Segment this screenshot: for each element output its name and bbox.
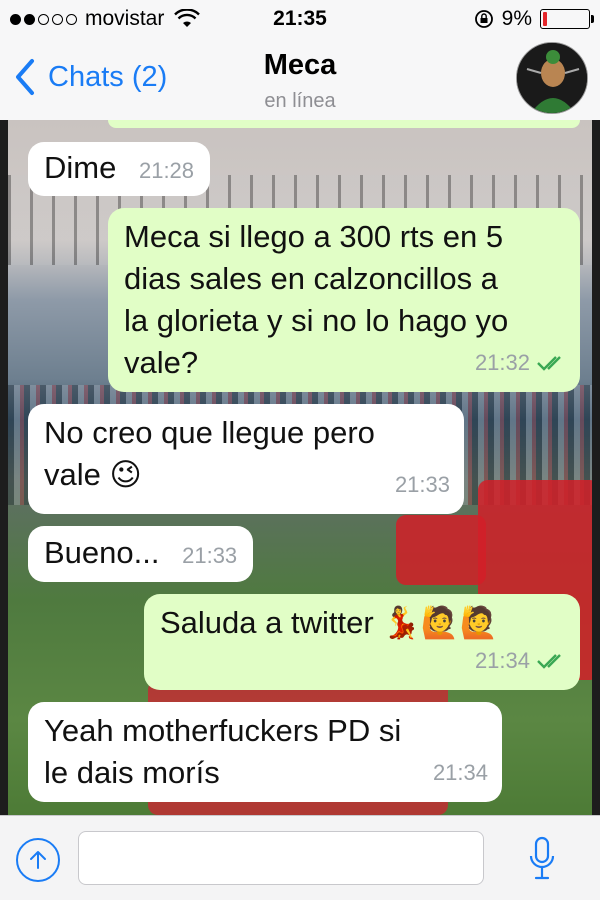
message-time: 21:28 [138,158,195,183]
attach-button[interactable] [16,838,60,882]
battery-percent: 9% [501,7,532,30]
message-bubble-outgoing[interactable]: Saluda a twitter 💃🙋🙋 21:34 [144,594,580,690]
message-meta: 21:34 [433,752,488,794]
avatar-image [517,43,587,113]
rotation-lock-icon [474,10,493,28]
double-check-icon [537,356,561,371]
status-bar: movistar 21:35 9% [0,0,600,40]
contact-avatar[interactable] [516,42,588,114]
message-bubble-incoming[interactable]: Dime 21:28 [28,142,211,196]
message-bubble-incoming[interactable]: No creo que llegue pero vale 😉 21:33 [28,404,464,514]
compose-bar [0,815,600,900]
message-text: Dime [44,150,117,185]
message-time: 21:34 [474,648,530,673]
battery-icon [540,9,594,29]
message-time: 21:33 [394,472,450,497]
contact-status: en línea [264,90,336,112]
upload-arrow-icon [30,851,46,869]
message-bubble-incoming[interactable]: Bueno... 21:33 [28,526,254,582]
microphone-icon[interactable] [528,836,556,884]
message-meta: 21:33 [395,464,450,506]
double-check-icon [537,654,561,669]
message-list[interactable]: Dime 21:28 Meca si llego a 300 rts en 5 … [0,120,600,815]
message-time: 21:32 [474,350,530,375]
message-bubble-incoming[interactable]: Yeah motherfuckers PD si le dais morís 2… [28,702,502,802]
conversation-header: Chats (2) Meca en línea [0,40,600,120]
battery-level-fill [543,12,547,26]
status-right: 9% [474,7,594,31]
previous-message-edge [108,120,580,128]
message-time: 21:33 [182,543,238,568]
message-meta: 21:34 [475,640,566,682]
message-text: No creo que llegue pero vale 😉 [44,415,375,492]
message-input[interactable] [78,831,484,885]
message-text: Saluda a twitter 💃🙋🙋 [160,605,499,640]
background-person-red [396,515,486,585]
message-text: Bueno... [44,535,160,570]
message-meta: 21:32 [475,342,566,384]
message-bubble-outgoing[interactable]: Meca si llego a 300 rts en 5 dias sales … [108,208,580,392]
message-text: Yeah motherfuckers PD si le dais morís [44,713,402,790]
contact-name[interactable]: Meca [0,49,600,82]
message-time: 21:34 [432,760,488,785]
